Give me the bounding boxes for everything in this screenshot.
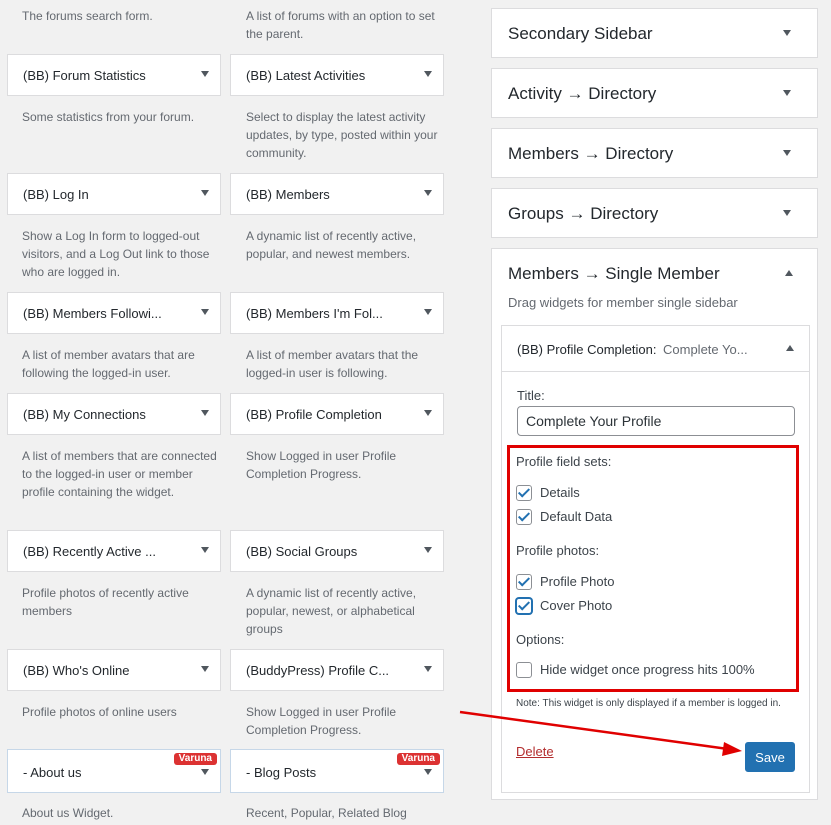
- annotation-arrow: [459, 710, 742, 756]
- annotation-arrow-line: [459, 710, 729, 751]
- annotation-arrow-head: [722, 742, 742, 756]
